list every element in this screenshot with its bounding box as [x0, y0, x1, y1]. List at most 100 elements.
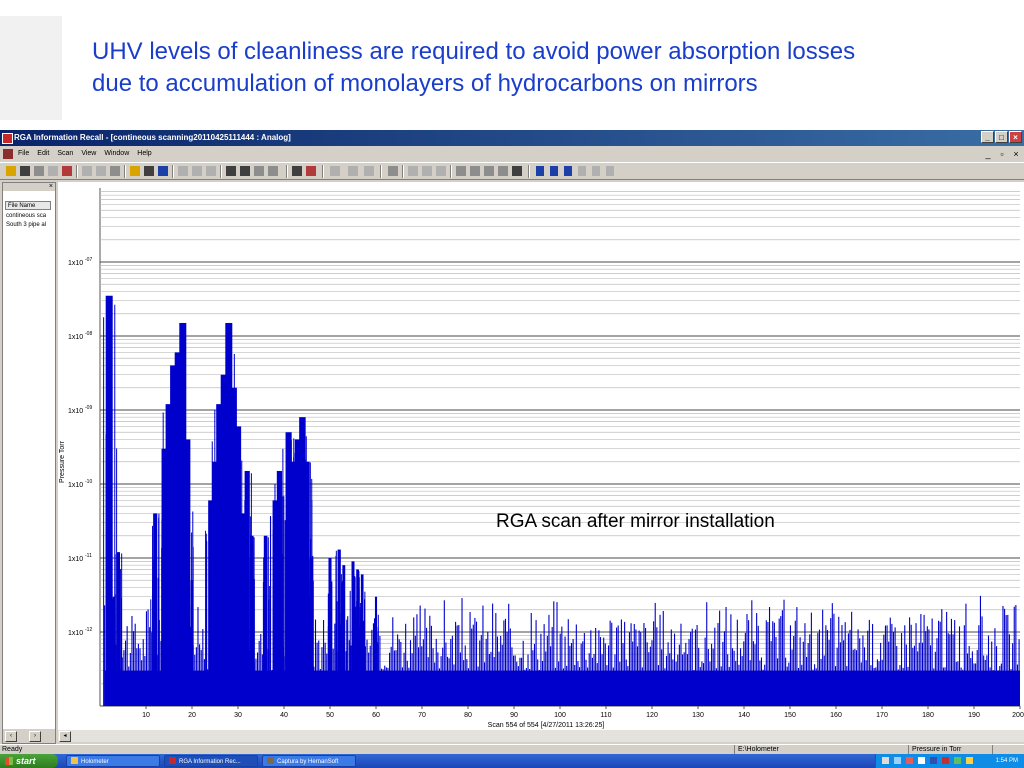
spectrum-icon[interactable] — [512, 166, 522, 176]
toolbar-separator — [450, 165, 452, 178]
x-tick-label: 20 — [188, 712, 196, 719]
menu-window[interactable]: Window — [104, 146, 129, 162]
panel-close-icon[interactable]: × — [49, 183, 53, 191]
panel-header: × — [3, 183, 55, 191]
analog-view-icon[interactable] — [436, 166, 446, 176]
x-tick-label: 160 — [830, 712, 842, 719]
child-close-button[interactable]: × — [1010, 148, 1022, 160]
minimize-button[interactable]: _ — [981, 131, 994, 143]
last-scan-icon[interactable] — [606, 166, 614, 176]
zoom-in-icon[interactable] — [456, 166, 466, 176]
y-tick-label: 1x10 — [68, 482, 83, 489]
scroll-left-icon[interactable]: ◂ — [59, 731, 71, 742]
save-icon[interactable] — [82, 166, 92, 176]
x-tick-label: 40 — [280, 712, 288, 719]
x-axis-icon[interactable] — [484, 166, 494, 176]
document-icon[interactable] — [3, 149, 13, 159]
x-tick-label: 180 — [922, 712, 934, 719]
fit-icon[interactable] — [498, 166, 508, 176]
maximize-button[interactable]: □ — [995, 131, 1008, 143]
x-tick-label: 60 — [372, 712, 380, 719]
tools-icon[interactable] — [158, 166, 168, 176]
fast-forward-icon[interactable] — [592, 166, 600, 176]
lightning-icon[interactable] — [130, 166, 140, 176]
open-icon[interactable] — [6, 166, 16, 176]
new-icon[interactable] — [96, 166, 106, 176]
toolbar-separator — [220, 165, 222, 178]
toolbar — [0, 162, 1024, 180]
help-tray-icon[interactable] — [882, 757, 889, 764]
menu-file[interactable]: File — [18, 146, 29, 162]
cut-icon[interactable] — [178, 166, 188, 176]
panel-scrollbar[interactable]: ‹ › — [3, 729, 55, 743]
taskbar-item-holometer[interactable]: Holometer — [66, 755, 160, 767]
arrange-icon[interactable] — [254, 166, 264, 176]
rga-app-window: RGA Information Recall - [contineous sca… — [0, 130, 1024, 744]
toolbar-separator — [380, 165, 382, 178]
start-label: start — [16, 756, 36, 766]
menu-help[interactable]: Help — [137, 146, 151, 162]
edit-icon[interactable] — [110, 166, 120, 176]
window-titlebar[interactable]: RGA Information Recall - [contineous sca… — [0, 130, 1024, 146]
taskbar: start Holometer RGA Information Rec... C… — [0, 754, 1024, 768]
scroll-right-icon[interactable]: › — [29, 731, 41, 742]
file-list-item[interactable]: contineous sca — [6, 212, 54, 220]
taskbar-item-captura[interactable]: Captura by HernanSoft — [262, 755, 356, 767]
copy-icon[interactable] — [192, 166, 202, 176]
folder-icon — [71, 757, 78, 764]
menu-view[interactable]: View — [81, 146, 96, 162]
bar-view-icon[interactable] — [422, 166, 432, 176]
child-restore-button[interactable]: ▫ — [996, 148, 1008, 160]
volume-tray-icon[interactable] — [966, 757, 973, 764]
y-tick-label: 1x10 — [68, 260, 83, 267]
child-minimize-button[interactable]: _ — [982, 148, 994, 160]
page-icon[interactable] — [34, 166, 44, 176]
scroll-left-icon[interactable]: ‹ — [5, 731, 17, 742]
menu-edit[interactable]: Edit — [37, 146, 49, 162]
plot-scrollbar[interactable]: ◂ — [58, 730, 1024, 742]
x-tick-label: 90 — [510, 712, 518, 719]
y-tick-label: 1x10 — [68, 334, 83, 341]
taskbar-item-rga[interactable]: RGA Information Rec... — [164, 755, 258, 767]
paste-icon[interactable] — [206, 166, 216, 176]
person-icon[interactable] — [364, 166, 374, 176]
start-button[interactable]: start — [0, 754, 58, 768]
book-icon[interactable] — [62, 166, 72, 176]
list-view-icon[interactable] — [408, 166, 418, 176]
first-scan-icon[interactable] — [536, 166, 544, 176]
x-tick-label: 170 — [876, 712, 888, 719]
close-button[interactable]: × — [1009, 131, 1022, 143]
file-name-column-header[interactable]: File Name — [5, 201, 51, 210]
alert-tray-icon[interactable] — [942, 757, 949, 764]
next-scan-icon[interactable] — [578, 166, 586, 176]
previous-scan-icon[interactable] — [564, 166, 572, 176]
x-tick-label: 100 — [554, 712, 566, 719]
security-tray-icon[interactable] — [906, 757, 913, 764]
layout-dropdown-icon[interactable] — [268, 166, 278, 176]
cascade-icon[interactable] — [240, 166, 250, 176]
print-icon[interactable] — [292, 166, 302, 176]
tile-icon[interactable] — [226, 166, 236, 176]
y-tick-exponent: -09 — [85, 405, 92, 411]
app-tray-icon[interactable] — [930, 757, 937, 764]
y-tick-label: 1x10 — [68, 556, 83, 563]
rewind-icon[interactable] — [550, 166, 558, 176]
status-tray-icon[interactable] — [954, 757, 961, 764]
window-icon[interactable] — [20, 166, 30, 176]
file-list-item[interactable]: South 3 pipe al — [6, 221, 54, 229]
status-bar: Ready E:\Holometer Pressure in Torr — [0, 744, 1024, 755]
display-tray-icon[interactable] — [918, 757, 925, 764]
graph-icon[interactable] — [330, 166, 340, 176]
properties-icon[interactable] — [388, 166, 398, 176]
wand-icon[interactable] — [144, 166, 154, 176]
diamond-icon[interactable] — [306, 166, 316, 176]
network-tray-icon[interactable] — [894, 757, 901, 764]
rga-chart: 1x10 -071x10 -081x10 -091x10 -101x10 -111x10-… — [58, 182, 1024, 730]
zoom-icon[interactable] — [348, 166, 358, 176]
scale-icon[interactable] — [470, 166, 480, 176]
y-tick-label: 1x10 — [68, 408, 83, 415]
lock-icon[interactable] — [48, 166, 58, 176]
y-tick-exponent: -12 — [85, 627, 92, 633]
x-tick-label: 10 — [142, 712, 150, 719]
menu-scan[interactable]: Scan — [57, 146, 73, 162]
